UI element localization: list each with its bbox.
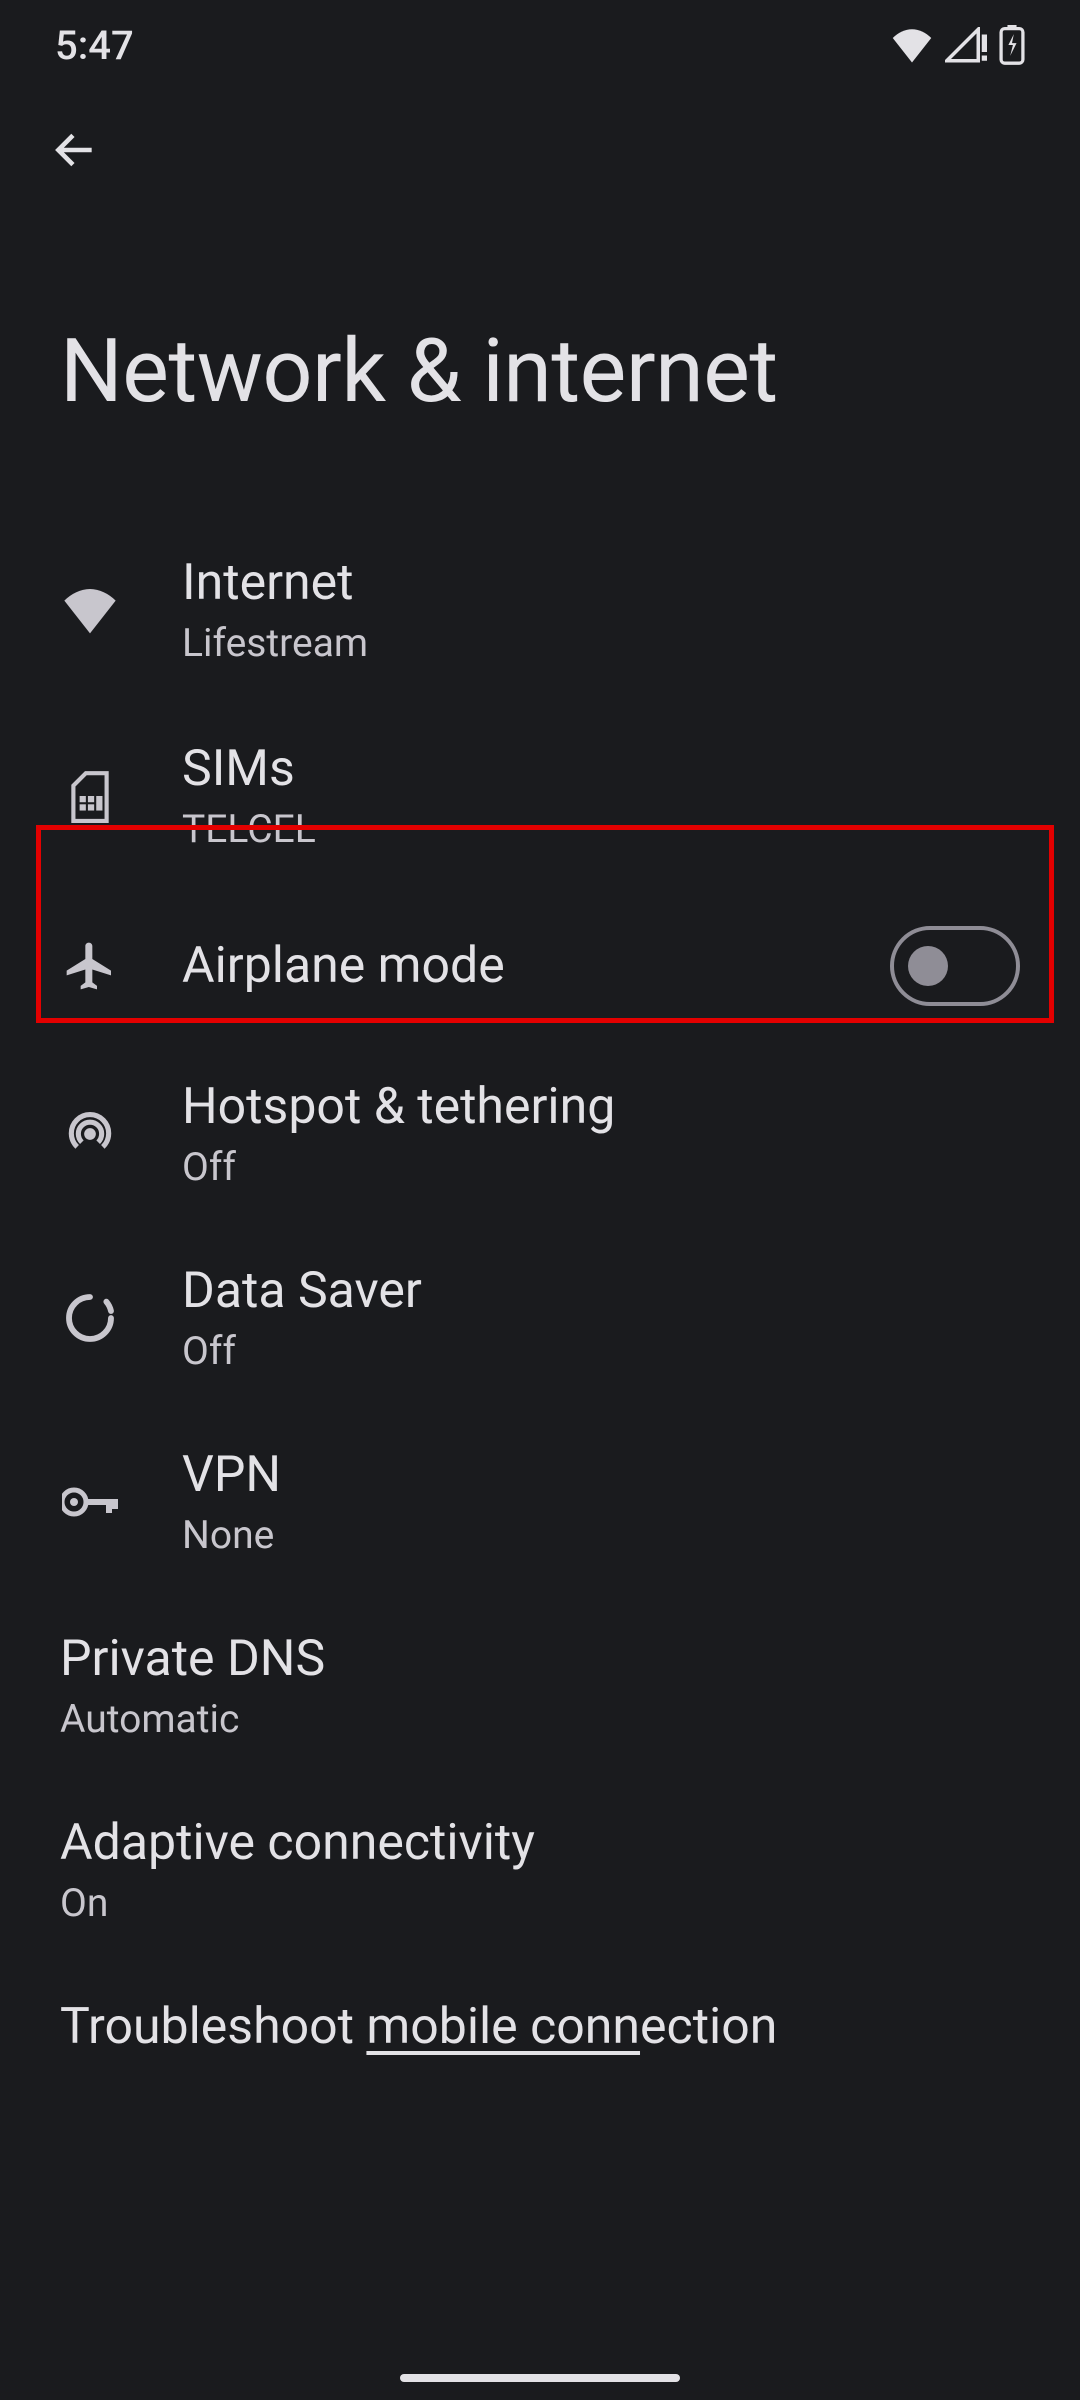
nav-indicator	[400, 2374, 680, 2382]
page-title: Network & internet	[60, 320, 1020, 423]
troubleshoot-underlined: mobile conn	[366, 1998, 640, 2056]
airplane-toggle[interactable]	[890, 926, 1020, 1006]
setting-hotspot-text: Hotspot & tethering Off	[182, 1078, 1020, 1190]
hotspot-icon	[60, 1104, 120, 1164]
setting-airplane-text: Airplane mode	[182, 937, 890, 995]
status-bar: 5:47	[0, 0, 1080, 90]
setting-airplane[interactable]: Airplane mode	[60, 890, 1020, 1042]
setting-internet-title: Internet	[182, 554, 1020, 612]
setting-datasaver[interactable]: Data Saver Off	[60, 1226, 1020, 1410]
datasaver-icon	[60, 1288, 120, 1348]
setting-internet-subtitle: Lifestream	[182, 620, 1020, 666]
sim-icon	[60, 766, 120, 826]
setting-private-dns-title: Private DNS	[60, 1630, 1020, 1688]
setting-private-dns-subtitle: Automatic	[60, 1696, 1020, 1742]
setting-airplane-title: Airplane mode	[182, 937, 890, 995]
setting-hotspot-subtitle: Off	[182, 1144, 1020, 1190]
setting-troubleshoot[interactable]: Troubleshoot mobile connection	[60, 1962, 1020, 2056]
wifi-icon	[60, 580, 120, 640]
status-icons	[891, 25, 1025, 65]
setting-private-dns[interactable]: Private DNS Automatic	[60, 1594, 1020, 1778]
arrow-back-icon	[50, 125, 100, 175]
setting-adaptive-subtitle: On	[60, 1880, 1020, 1926]
setting-vpn-subtitle: None	[182, 1512, 1020, 1558]
wifi-icon	[891, 27, 933, 63]
airplane-icon	[60, 936, 120, 996]
battery-charging-icon	[999, 25, 1025, 65]
setting-vpn-text: VPN None	[182, 1446, 1020, 1558]
setting-vpn-title: VPN	[182, 1446, 1020, 1504]
setting-datasaver-title: Data Saver	[182, 1262, 1020, 1320]
status-time: 5:47	[55, 22, 134, 69]
settings-list: Internet Lifestream SIMs TELCEL	[0, 518, 1080, 2056]
setting-troubleshoot-title: Troubleshoot mobile connection	[60, 1998, 1020, 2056]
airplane-toggle-knob	[908, 946, 948, 986]
setting-vpn[interactable]: VPN None	[60, 1410, 1020, 1594]
app-bar	[0, 90, 1080, 210]
setting-sims[interactable]: SIMs TELCEL	[60, 702, 1020, 890]
back-button[interactable]	[50, 125, 100, 175]
setting-datasaver-text: Data Saver Off	[182, 1262, 1020, 1374]
troubleshoot-suffix: ection	[640, 1998, 777, 2056]
setting-sims-title: SIMs	[182, 740, 1020, 798]
setting-sims-text: SIMs TELCEL	[182, 740, 1020, 852]
vpn-key-icon	[60, 1472, 120, 1532]
setting-sims-subtitle: TELCEL	[182, 806, 1020, 852]
setting-hotspot[interactable]: Hotspot & tethering Off	[60, 1042, 1020, 1226]
setting-datasaver-subtitle: Off	[182, 1328, 1020, 1374]
signal-warning-icon	[945, 27, 987, 63]
setting-adaptive[interactable]: Adaptive connectivity On	[60, 1778, 1020, 1962]
page-title-section: Network & internet	[0, 210, 1080, 518]
troubleshoot-prefix: Troubleshoot	[60, 1998, 366, 2056]
setting-internet-text: Internet Lifestream	[182, 554, 1020, 666]
setting-internet[interactable]: Internet Lifestream	[60, 518, 1020, 702]
setting-adaptive-title: Adaptive connectivity	[60, 1814, 1020, 1872]
setting-hotspot-title: Hotspot & tethering	[182, 1078, 1020, 1136]
